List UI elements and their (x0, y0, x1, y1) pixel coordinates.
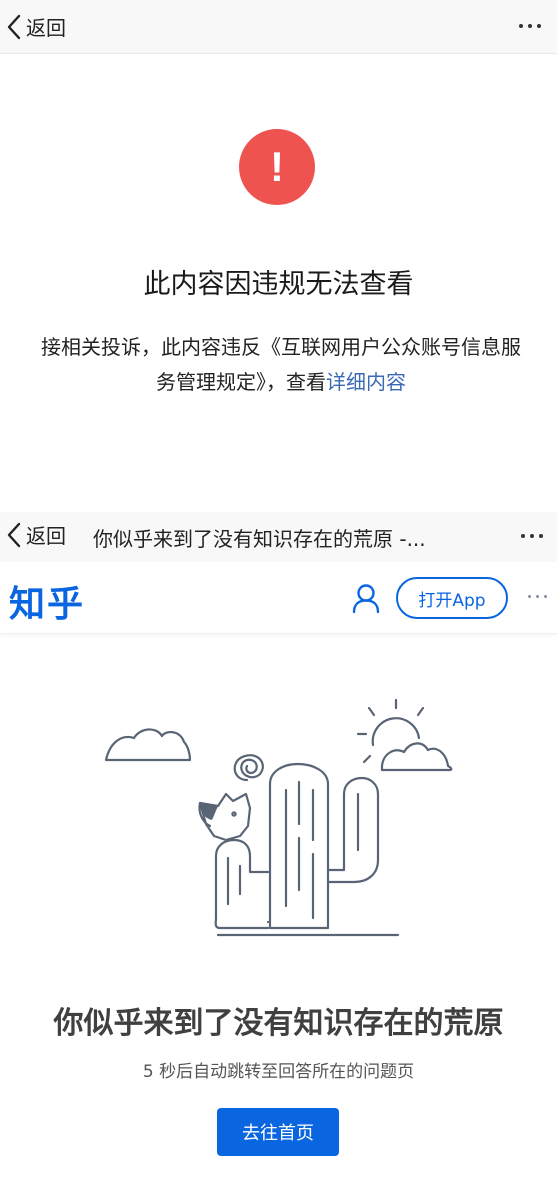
details-link[interactable]: 详细内容 (326, 370, 406, 394)
desert-illustration (104, 698, 453, 937)
blocked-description: 接相关投诉，此内容违反《互联网用户公众账号信息服务管理规定》，查看详细内容 (36, 330, 526, 400)
second-back-label: 返回 (26, 524, 66, 548)
go-home-button[interactable]: 去往首页 (217, 1108, 339, 1156)
chevron-left-icon (7, 14, 21, 39)
top-nav-bar: 返回 (0, 0, 557, 54)
more-icon[interactable] (528, 595, 547, 598)
blocked-title: 此内容因违规无法查看 (143, 269, 414, 300)
page: 返回 ! 此内容因违规无法查看 接相关投诉，此内容违反《互联网用户公众账号信息服… (0, 0, 557, 1200)
more-icon[interactable] (521, 534, 543, 538)
back-label: 返回 (26, 16, 66, 40)
zhihu-header: 知乎 打开App (0, 562, 557, 634)
zhihu-logo[interactable]: 知乎 (9, 575, 85, 627)
alert-icon: ! (239, 129, 315, 205)
error-title: 你似乎来到了没有知识存在的荒原 (53, 1006, 504, 1041)
redirect-text: 5 秒后自动跳转至回答所在的问题页 (142, 1062, 415, 1082)
second-back-button[interactable]: 返回 (6, 520, 66, 549)
second-nav-bar: 返回 你似乎来到了没有知识存在的荒原 -... (0, 512, 557, 562)
chevron-left-icon (7, 522, 21, 547)
back-button[interactable]: 返回 (6, 12, 66, 41)
more-icon[interactable] (519, 24, 541, 28)
open-app-button[interactable]: 打开App (396, 577, 508, 619)
user-icon[interactable] (351, 582, 381, 614)
blocked-description-text: 接相关投诉，此内容违反《互联网用户公众账号信息服务管理规定》，查看 (41, 335, 521, 394)
page-title: 你似乎来到了没有知识存在的荒原 -... (93, 527, 426, 551)
